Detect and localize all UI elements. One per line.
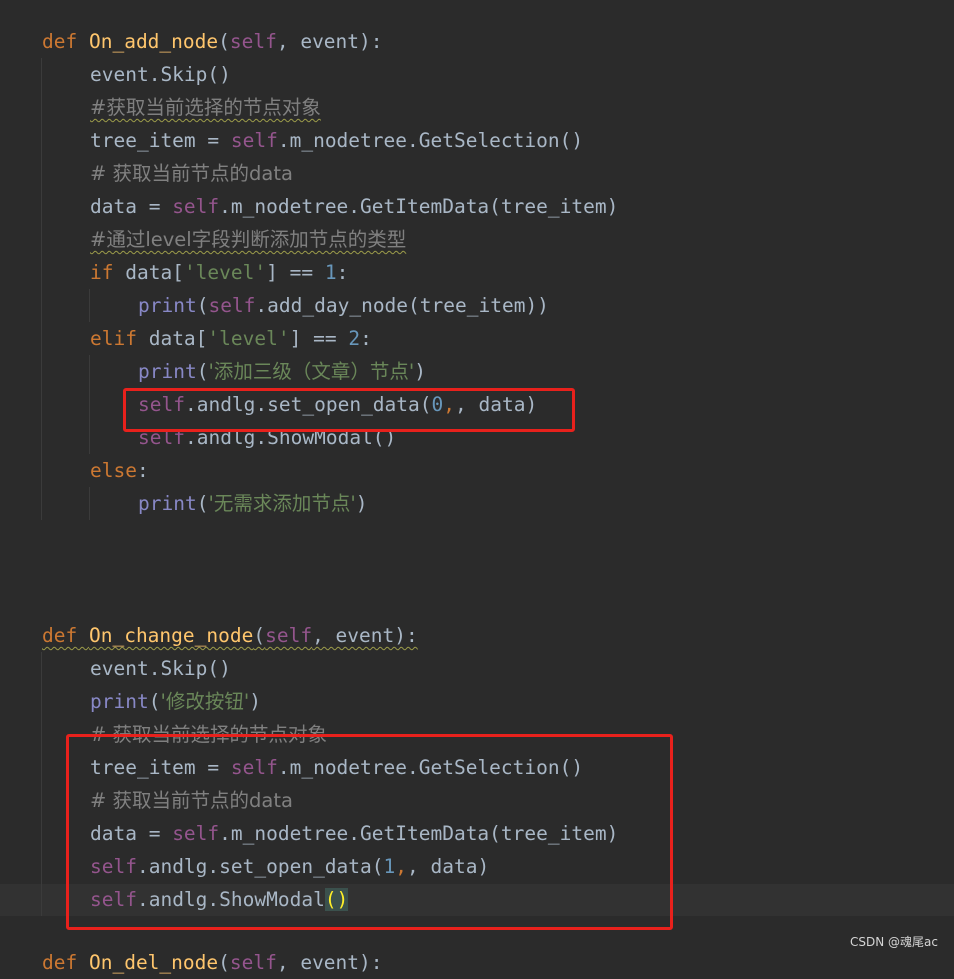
indent-guide: [89, 355, 90, 454]
code-comment[interactable]: #获取当前选择的节点对象: [90, 91, 321, 124]
code-comment[interactable]: #通过level字段判断添加节点的类型: [90, 223, 406, 256]
code-comment[interactable]: # 获取当前节点的data: [90, 157, 293, 190]
code-line[interactable]: data = self.m_nodetree.GetItemData(tree_…: [90, 190, 618, 223]
function-name-on-add-node[interactable]: On_add_node: [89, 30, 218, 53]
indent-guide: [41, 58, 42, 520]
function-name-on-change-node[interactable]: On_change_node: [89, 624, 253, 647]
code-line[interactable]: event.Skip(): [90, 652, 231, 685]
code-line-if[interactable]: if data['level'] == 1:: [90, 256, 348, 289]
code-line-def-on-add-node[interactable]: def On_add_node(self, event):: [42, 25, 383, 58]
code-editor[interactable]: def On_add_node(self, event): event.Skip…: [0, 0, 954, 974]
code-line[interactable]: print('无需求添加节点'): [138, 487, 367, 520]
code-line-elif[interactable]: elif data['level'] == 2:: [90, 322, 372, 355]
indent-guide: [89, 487, 90, 520]
annotation-box-change-node-block: [66, 734, 673, 930]
indent-guide: [89, 289, 90, 322]
watermark: CSDN @魂尾ac: [850, 935, 938, 949]
code-line[interactable]: tree_item = self.m_nodetree.GetSelection…: [90, 124, 583, 157]
code-line-else[interactable]: else:: [90, 454, 149, 487]
code-line-def-on-change-node[interactable]: def On_change_node(self, event):: [42, 619, 418, 652]
code-line[interactable]: print('添加三级（文章）节点'): [138, 355, 426, 388]
code-line-partial[interactable]: def On_del_node(self, event):: [42, 946, 383, 979]
annotation-box-set-open-data-0: [123, 388, 575, 432]
code-line[interactable]: print(self.add_day_node(tree_item)): [138, 289, 549, 322]
code-line[interactable]: print('修改按钮'): [90, 685, 261, 718]
code-line[interactable]: event.Skip(): [90, 58, 231, 91]
indent-guide: [41, 652, 42, 916]
